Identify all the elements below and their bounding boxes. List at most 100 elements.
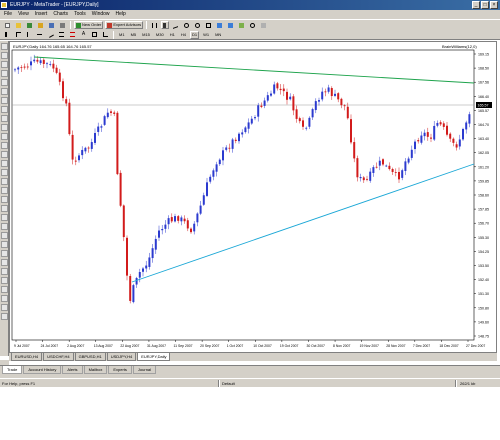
tester-button[interactable] (58, 21, 67, 29)
terminal-button[interactable] (47, 21, 56, 29)
timeframe-m30[interactable]: M30 (153, 30, 166, 39)
text-button[interactable]: A (79, 30, 88, 39)
navigator-item[interactable] (1, 79, 8, 86)
navigator-item[interactable] (1, 277, 8, 284)
navigator-item[interactable] (1, 205, 8, 212)
chart-shift-button[interactable] (226, 21, 236, 29)
equidistant-channel-button[interactable] (57, 30, 66, 39)
cursor-button[interactable] (3, 30, 12, 39)
close-button[interactable]: × (490, 1, 498, 9)
navigator-item[interactable] (1, 187, 8, 194)
chart-tab-gbpusd[interactable]: GBPUSD,H1 (74, 353, 106, 361)
timeframe-d1[interactable]: D1 (189, 30, 200, 39)
navigator-item[interactable] (1, 178, 8, 185)
navigator-item[interactable] (1, 232, 8, 239)
profiles-button[interactable] (14, 21, 23, 29)
timeframe-m1[interactable]: M1 (117, 30, 127, 39)
chart-window[interactable]: EURJPY,Daily 164.76 165.65 164.76 165.57… (9, 41, 497, 353)
menu-view[interactable]: View (18, 10, 29, 19)
terminal-tab-alerts[interactable]: Alerts (62, 366, 83, 374)
timeframe-h1[interactable]: H1 (167, 30, 177, 39)
candle-body (238, 133, 240, 142)
line-chart-button[interactable] (171, 21, 181, 29)
expert-advisors-button[interactable]: Expert Advisors (105, 21, 144, 29)
navigator-item[interactable] (1, 142, 8, 149)
trendline-button[interactable] (46, 30, 55, 39)
navigator-item[interactable] (1, 70, 8, 77)
periods-button[interactable] (248, 21, 258, 29)
timeframe-h4[interactable]: H4 (178, 30, 188, 39)
terminal-tab-account-history[interactable]: Account History (23, 366, 62, 374)
chart-tab-usdjpy[interactable]: USDJPY,H4 (106, 353, 137, 361)
zoom-in-button[interactable] (182, 21, 192, 29)
candlestick-button[interactable] (161, 21, 170, 29)
candle-body (270, 93, 272, 96)
arrows-button[interactable] (101, 30, 110, 39)
navigator-item[interactable] (1, 196, 8, 203)
navigator-item[interactable] (1, 250, 8, 257)
new-order-button[interactable]: New Order (74, 21, 104, 29)
menu-insert[interactable]: Insert (35, 10, 48, 19)
navigator-button[interactable] (36, 21, 45, 29)
navigator-item[interactable] (1, 268, 8, 275)
templates-button[interactable] (259, 21, 269, 29)
navigator-item[interactable] (1, 61, 8, 68)
zoom-out-button[interactable] (193, 21, 203, 29)
navigator-item[interactable] (1, 124, 8, 131)
horizontal-line-button[interactable] (35, 30, 44, 39)
navigator-item[interactable] (1, 88, 8, 95)
minimize-button[interactable]: _ (472, 1, 480, 9)
auto-scroll-button[interactable] (215, 21, 225, 29)
menu-file[interactable]: File (4, 10, 12, 19)
market-watch-button[interactable] (25, 21, 34, 29)
navigator-item[interactable] (1, 169, 8, 176)
navigator-item[interactable] (1, 106, 8, 113)
menu-help[interactable]: Help (116, 10, 126, 19)
timeframe-m5[interactable]: M5 (128, 30, 139, 39)
menu-charts[interactable]: Charts (53, 10, 68, 19)
timeframe-m15[interactable]: M15 (140, 30, 152, 39)
navigator-item[interactable] (1, 223, 8, 230)
navigator-item[interactable] (1, 295, 8, 302)
price-tick-label: 159.85 (478, 179, 489, 183)
menu-window[interactable]: Window (92, 10, 110, 19)
terminal-tab-trade[interactable]: Trade (2, 366, 23, 374)
navigator-item[interactable] (1, 286, 8, 293)
navigator-item[interactable] (1, 241, 8, 248)
navigator-item[interactable] (1, 151, 8, 158)
navigator-item[interactable] (1, 133, 8, 140)
timeframe-w1[interactable]: W1 (201, 30, 212, 39)
navigator-item[interactable] (1, 43, 8, 50)
navigator-item[interactable] (1, 115, 8, 122)
new-chart-button[interactable] (3, 21, 12, 29)
label-button[interactable] (90, 30, 99, 39)
vertical-line-button[interactable] (25, 30, 33, 39)
candle-body (343, 105, 346, 107)
terminal-tab-experts[interactable]: Experts (108, 366, 132, 374)
candle-body (78, 155, 80, 161)
chart-tab-eurusd[interactable]: EURUSD,H4 (11, 353, 43, 361)
menu-tools[interactable]: Tools (74, 10, 86, 19)
candle-body (244, 127, 247, 133)
navigator-item[interactable] (1, 304, 8, 311)
price-tick-label: 155.30 (478, 236, 489, 240)
fibonacci-button[interactable] (68, 30, 77, 39)
terminal-tab-journal[interactable]: Journal (132, 366, 157, 374)
tile-windows-button[interactable] (204, 21, 214, 29)
candle-body (279, 88, 282, 91)
price-chart[interactable]: EURJPY,Daily 164.76 165.65 164.76 165.57… (10, 42, 496, 352)
terminal-tab-mailbox[interactable]: Mailbox (83, 366, 108, 374)
navigator-item[interactable] (1, 97, 8, 104)
navigator-item[interactable] (1, 259, 8, 266)
navigator-item[interactable] (1, 160, 8, 167)
bar-chart-button[interactable] (150, 21, 160, 29)
navigator-item[interactable] (1, 52, 8, 59)
navigator-item[interactable] (1, 313, 8, 320)
navigator-item[interactable] (1, 214, 8, 221)
crosshair-button[interactable] (14, 30, 23, 39)
chart-tab-eurjpy[interactable]: EURJPY,Daily (137, 353, 171, 361)
indicators-button[interactable] (237, 21, 247, 29)
timeframe-mn[interactable]: MN (213, 30, 224, 39)
maximize-button[interactable]: □ (481, 1, 489, 9)
chart-tab-usdchf[interactable]: USDCHF,H4 (43, 353, 74, 361)
